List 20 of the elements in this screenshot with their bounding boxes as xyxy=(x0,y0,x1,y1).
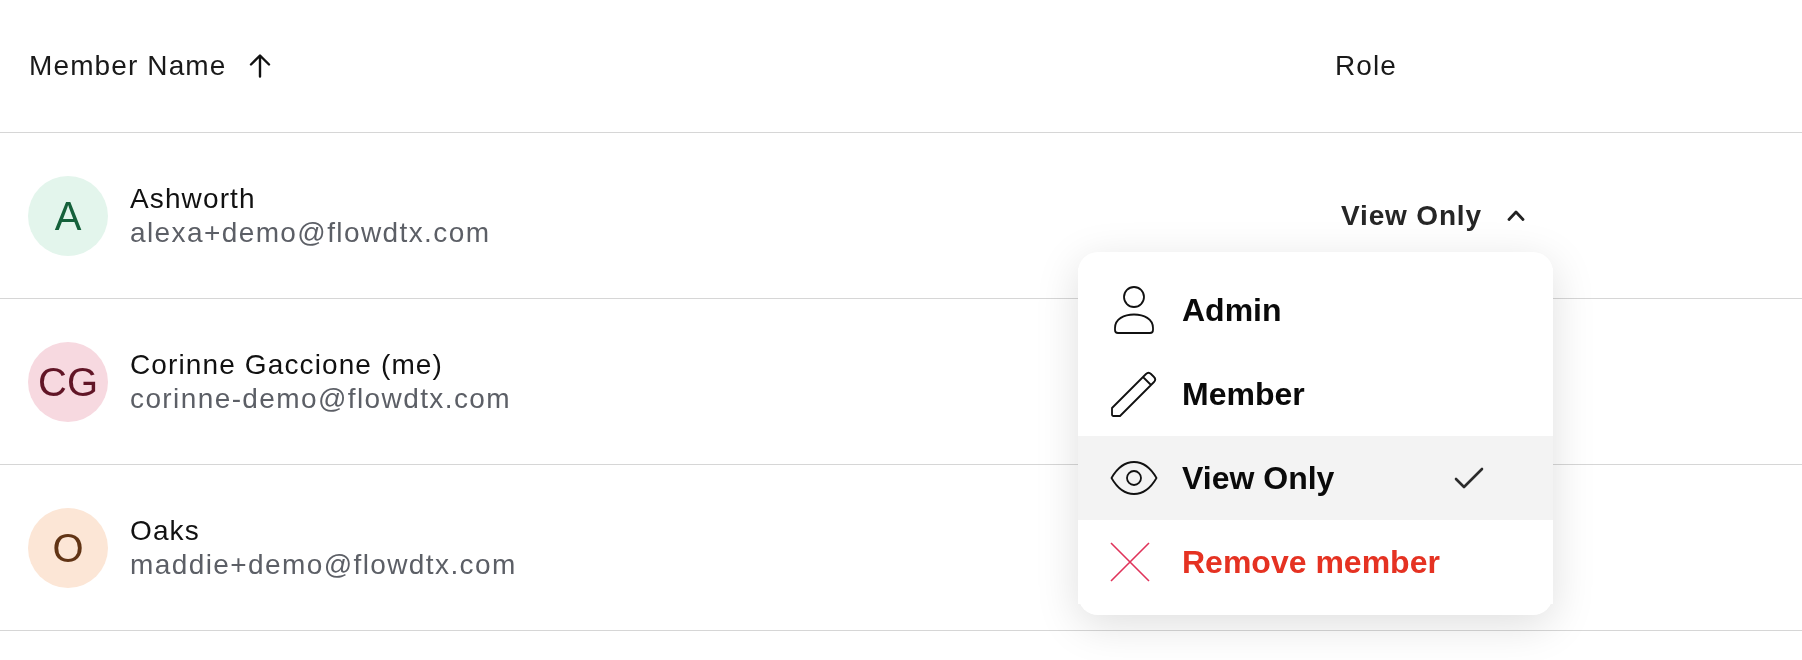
member-email: corinne-demo@flowdtx.com xyxy=(130,381,512,416)
member-name: Ashworth xyxy=(130,181,257,216)
eye-icon xyxy=(1110,460,1158,496)
column-header[interactable]: Member Name xyxy=(29,49,273,83)
cross-icon xyxy=(1110,542,1150,582)
avatar: A xyxy=(28,175,108,256)
pencil-icon xyxy=(1110,370,1158,418)
member-email: maddie+demo@flowdtx.com xyxy=(130,547,517,582)
column-header: Role xyxy=(1335,49,1398,83)
member-name: Oaks xyxy=(130,513,201,548)
check-icon xyxy=(1454,467,1484,489)
avatar: CG xyxy=(28,341,108,422)
member-email: alexa+demo@flowdtx.com xyxy=(130,215,491,250)
menu-item[interactable]: Member xyxy=(1078,352,1553,436)
member-name: Corinne Gaccione (me) xyxy=(130,347,444,382)
role-dropdown[interactable]: View Only xyxy=(1335,194,1529,237)
menu-item[interactable]: Admin xyxy=(1078,268,1553,352)
avatar: O xyxy=(28,507,108,588)
menu-item[interactable]: Remove member xyxy=(1078,520,1553,604)
menu-item[interactable]: View Only xyxy=(1078,436,1553,520)
